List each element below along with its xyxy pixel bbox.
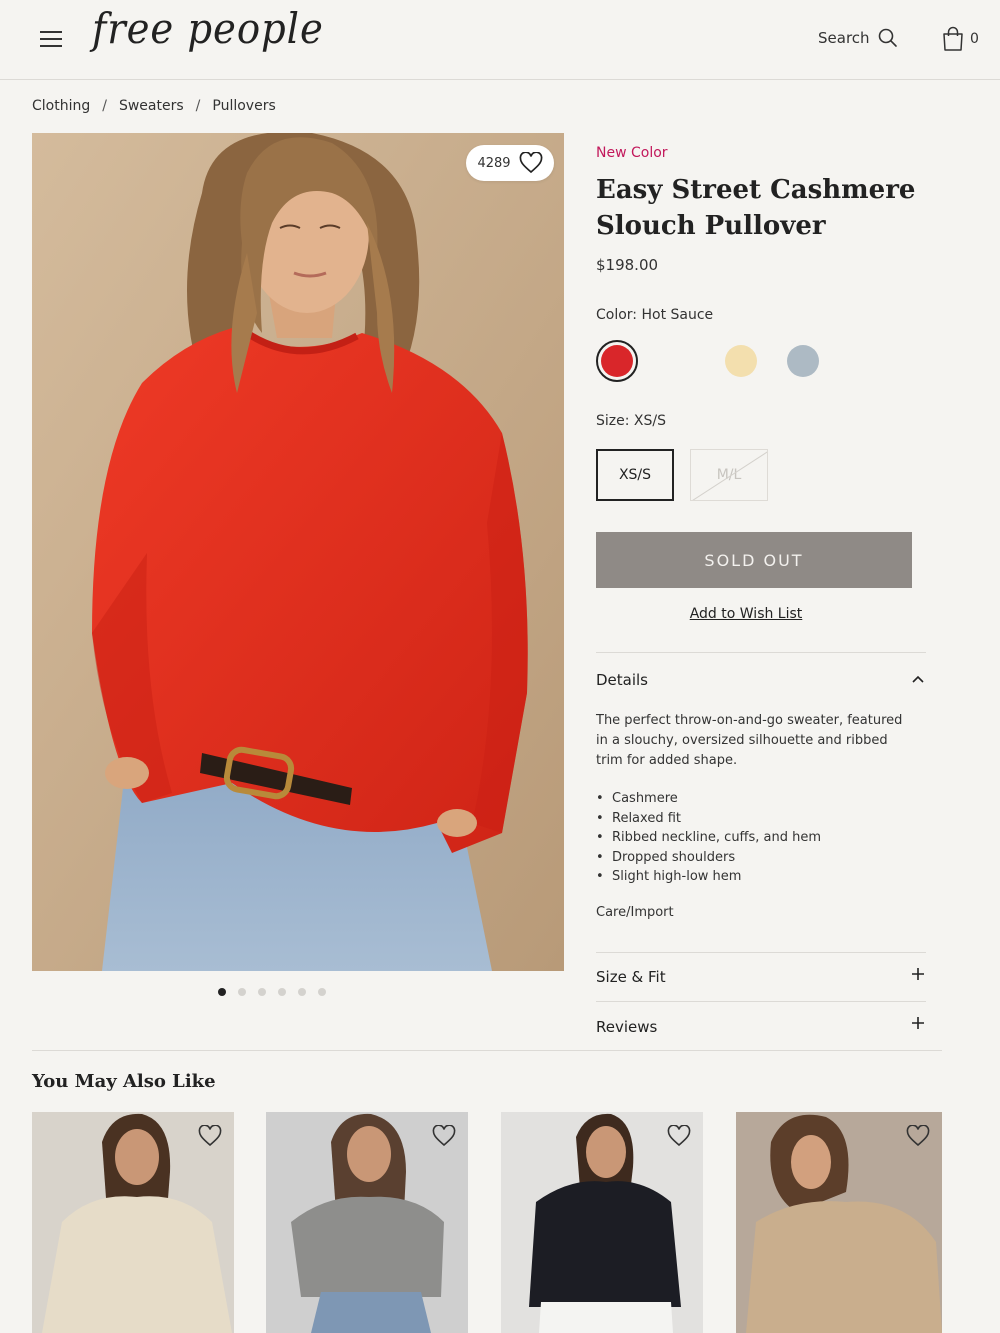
breadcrumb-separator: / xyxy=(102,98,107,114)
brand-logo[interactable]: free people xyxy=(92,4,324,53)
divider xyxy=(596,652,926,653)
size-options: XS/S M/L xyxy=(596,449,768,501)
search-icon xyxy=(878,28,897,47)
color-label: Color: Hot Sauce xyxy=(596,307,714,323)
carousel-dot[interactable] xyxy=(318,988,326,996)
breadcrumb-sweaters[interactable]: Sweaters xyxy=(119,98,184,114)
plus-icon[interactable] xyxy=(910,1015,926,1031)
product-image[interactable] xyxy=(32,133,564,971)
list-item: Cashmere xyxy=(596,789,821,809)
color-swatch[interactable] xyxy=(782,340,824,382)
image-carousel-dots xyxy=(218,988,326,996)
product-features-list: Cashmere Relaxed fit Ribbed neckline, cu… xyxy=(596,789,821,887)
favorite-icon[interactable] xyxy=(430,1122,458,1150)
carousel-dot[interactable] xyxy=(218,988,226,996)
search-label: Search xyxy=(818,29,870,47)
recommendation-card[interactable] xyxy=(501,1112,703,1333)
list-item: Relaxed fit xyxy=(596,809,821,829)
carousel-dot[interactable] xyxy=(258,988,266,996)
breadcrumb-separator: / xyxy=(195,98,201,114)
care-import-link[interactable]: Care/Import xyxy=(596,905,674,920)
new-color-badge: New Color xyxy=(596,145,668,161)
favorite-count: 4289 xyxy=(477,155,511,171)
product-title: Easy Street Cashmere Slouch Pullover xyxy=(596,175,916,241)
section-divider xyxy=(32,1050,942,1051)
divider xyxy=(596,952,926,953)
sold-out-button[interactable]: SOLD OUT xyxy=(596,532,912,588)
favorite-button[interactable]: 4289 xyxy=(466,145,554,181)
recommendation-card[interactable] xyxy=(736,1112,942,1333)
product-description: The perfect throw-on-and-go sweater, fea… xyxy=(596,713,903,768)
list-item: Slight high-low hem xyxy=(596,867,821,887)
heart-icon xyxy=(519,152,542,174)
size-option-label: XS/S xyxy=(618,467,652,483)
carousel-dot[interactable] xyxy=(238,988,246,996)
size-option-xs-s[interactable]: XS/S xyxy=(596,449,674,501)
size-fit-accordion-title[interactable]: Size & Fit xyxy=(596,968,666,986)
list-item: Dropped shoulders xyxy=(596,848,821,868)
model-photo xyxy=(32,133,564,971)
product-price: $198.00 xyxy=(596,256,659,274)
divider xyxy=(596,1001,926,1002)
list-item: Ribbed neckline, cuffs, and hem xyxy=(596,828,821,848)
bag-count: 0 xyxy=(970,31,979,47)
search-button[interactable]: Search xyxy=(818,28,898,48)
shopping-bag-icon xyxy=(943,26,963,51)
recommendations-title: You May Also Like xyxy=(32,1071,216,1092)
breadcrumb-pullovers[interactable]: Pullovers xyxy=(212,98,275,114)
size-option-m-l[interactable]: M/L xyxy=(690,449,768,501)
recommendation-card[interactable] xyxy=(32,1112,234,1333)
breadcrumb-clothing[interactable]: Clothing xyxy=(32,98,90,114)
color-swatch-hot-sauce[interactable] xyxy=(596,340,638,382)
carousel-dot[interactable] xyxy=(298,988,306,996)
color-swatches xyxy=(596,340,824,382)
breadcrumb: Clothing / Sweaters / Pullovers xyxy=(32,98,276,114)
menu-icon[interactable] xyxy=(40,31,62,49)
recommendation-card[interactable] xyxy=(266,1112,468,1333)
details-accordion-title[interactable]: Details xyxy=(596,671,648,689)
site-header: free people Search 0 xyxy=(0,0,1000,80)
chevron-up-icon[interactable] xyxy=(910,674,926,686)
color-swatch[interactable] xyxy=(658,340,700,382)
reviews-accordion-title[interactable]: Reviews xyxy=(596,1018,657,1036)
plus-icon[interactable] xyxy=(910,966,926,982)
carousel-dot[interactable] xyxy=(278,988,286,996)
size-label: Size: XS/S xyxy=(596,413,666,429)
color-swatch[interactable] xyxy=(720,340,762,382)
shopping-bag-button[interactable]: 0 xyxy=(942,26,979,52)
favorite-icon[interactable] xyxy=(665,1122,693,1150)
favorite-icon[interactable] xyxy=(196,1122,224,1150)
favorite-icon[interactable] xyxy=(904,1122,932,1150)
add-to-wishlist-link[interactable]: Add to Wish List xyxy=(596,606,896,622)
